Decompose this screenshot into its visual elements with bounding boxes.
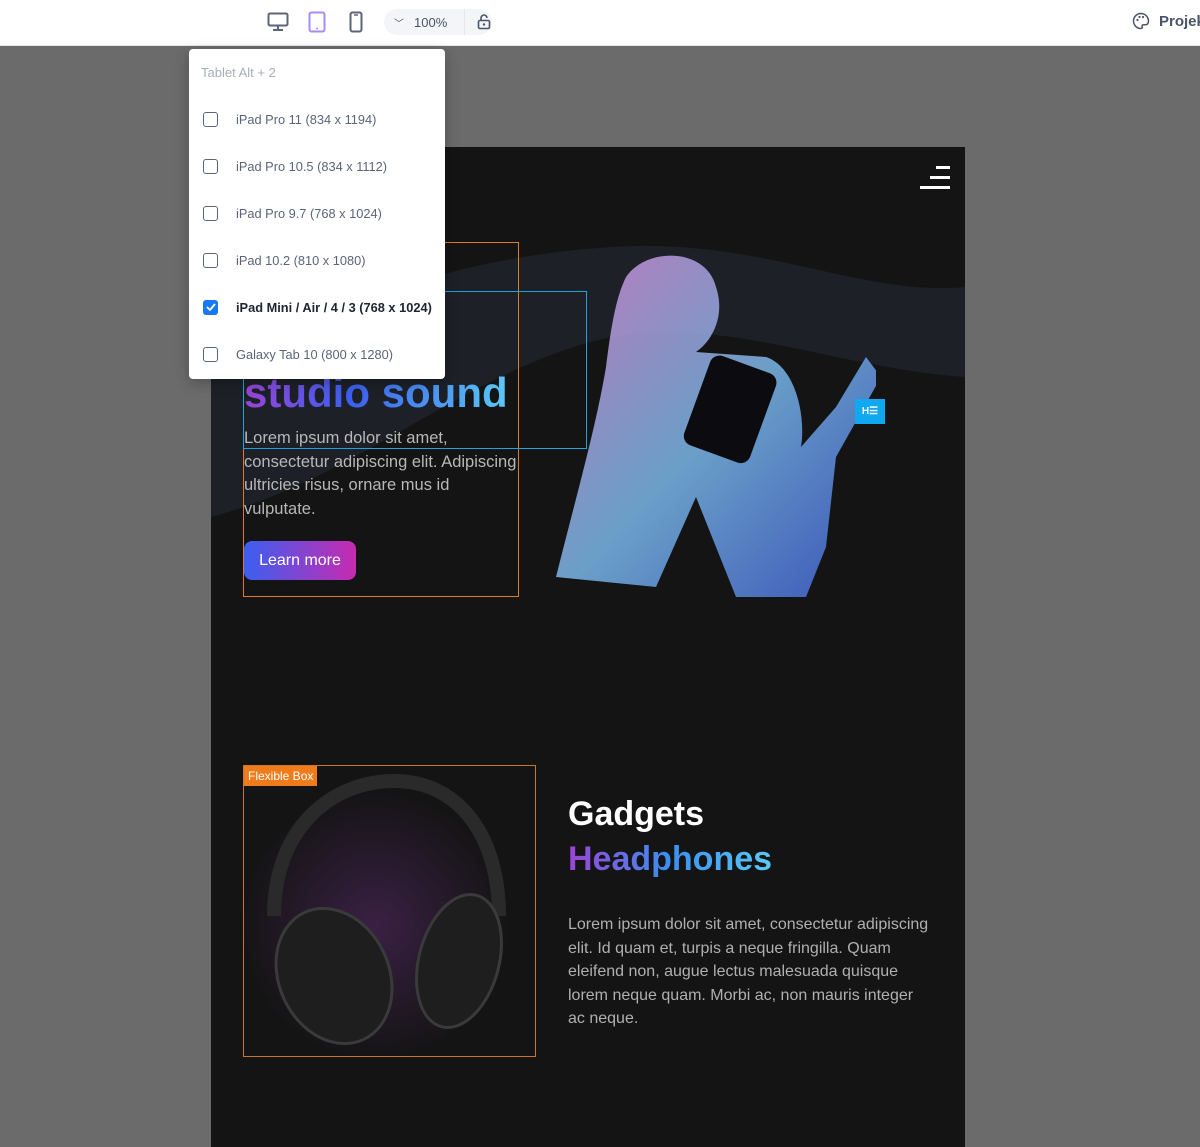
- heading-widget-icon[interactable]: H☰: [855, 399, 885, 424]
- divider: [464, 9, 465, 35]
- device-option-label: iPad Pro 10.5 (834 x 1112): [236, 158, 388, 174]
- flexible-box-label: Flexible Box: [244, 766, 318, 786]
- desktop-icon: [267, 12, 289, 31]
- gadgets-text: Lorem ipsum dolor sit amet, consectetur …: [568, 916, 929, 1027]
- checkbox[interactable]: [203, 346, 218, 362]
- tablet-view-button[interactable]: [305, 10, 329, 34]
- mobile-view-button[interactable]: [344, 10, 368, 34]
- flexible-box-container[interactable]: Flexible Box: [243, 765, 536, 1057]
- chevron-down-icon[interactable]: ﹀: [394, 15, 408, 30]
- top-toolbar: ﹀ 100% Projek: [0, 0, 1200, 46]
- tablet-device-dropdown: Tablet Alt + 2 iPad Pro 11 (834 x 1194) i…: [189, 49, 445, 379]
- theme-label: Projek: [1159, 12, 1200, 30]
- checkbox[interactable]: [203, 111, 218, 127]
- dropdown-title: Tablet Alt + 2: [201, 65, 276, 80]
- checkbox[interactable]: [203, 299, 218, 315]
- palette-icon: [1132, 12, 1150, 30]
- zoom-value: 100%: [414, 14, 448, 30]
- mobile-icon: [349, 11, 363, 33]
- device-option[interactable]: iPad Mini / Air / 4 / 3 (768 x 1024): [189, 287, 445, 327]
- checkbox[interactable]: [203, 252, 218, 268]
- check-icon: [205, 303, 216, 311]
- device-option[interactable]: iPad Pro 9.7 (768 x 1024): [189, 193, 445, 233]
- device-option-label: Galaxy Tab 10 (800 x 1280): [236, 346, 393, 362]
- hamburger-menu-button[interactable]: [920, 166, 950, 190]
- device-option-label: iPad Mini / Air / 4 / 3 (768 x 1024): [236, 299, 432, 315]
- device-option[interactable]: Galaxy Tab 10 (800 x 1280): [189, 334, 445, 374]
- hero-image-woman-headphones: [556, 255, 876, 597]
- lock-button[interactable]: [477, 14, 491, 30]
- desktop-view-button[interactable]: [266, 10, 290, 34]
- checkbox[interactable]: [203, 205, 218, 221]
- device-option-label: iPad 10.2 (810 x 1080): [236, 252, 366, 268]
- checkbox[interactable]: [203, 158, 218, 174]
- hero-text: Lorem ipsum dolor sit amet, consectetur …: [244, 429, 517, 518]
- headphones-title: Headphones: [568, 840, 773, 878]
- learn-more-button[interactable]: Learn more: [244, 541, 356, 580]
- tablet-icon: [308, 11, 326, 33]
- gadgets-title: Gadgets: [568, 795, 705, 833]
- device-option-label: iPad Pro 11 (834 x 1194): [236, 111, 377, 127]
- device-option[interactable]: iPad 10.2 (810 x 1080): [189, 240, 445, 280]
- zoom-control[interactable]: ﹀ 100%: [384, 9, 492, 35]
- device-option-label: iPad Pro 9.7 (768 x 1024): [236, 205, 382, 221]
- theme-button[interactable]: Projek: [1132, 12, 1200, 30]
- unlock-icon: [477, 14, 491, 30]
- headphones-image: [267, 773, 506, 1046]
- device-option[interactable]: iPad Pro 11 (834 x 1194): [189, 99, 445, 139]
- device-option[interactable]: iPad Pro 10.5 (834 x 1112): [189, 146, 445, 186]
